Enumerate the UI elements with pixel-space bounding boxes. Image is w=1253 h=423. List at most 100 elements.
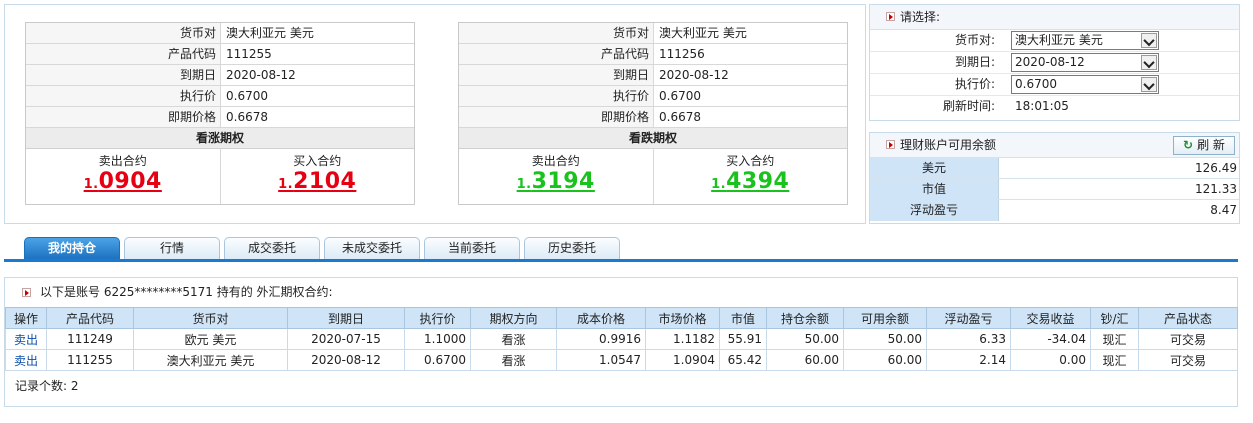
call-option-quote: 货币对 澳大利亚元 美元 产品代码 111255 到期日 2020-08-12 执行价… [25,22,415,205]
sell-contract-label: 卖出合约 [531,154,580,168]
balance-panel-title: 理财账户可用余额 [900,138,997,152]
currency-pair-label: 货币对: [954,33,995,47]
sell-price[interactable]: 1.3194 [459,168,653,199]
price-cells: 卖出合约 1.0904 买入合约 1.2104 [26,149,414,204]
column-header: 钞/汇 [1090,307,1139,329]
buy-contract[interactable]: 买入合约 1.4394 [652,149,848,204]
column-header: 交易收益 [1010,307,1091,329]
balance-row-market-value: 市值 121.33 [870,179,1239,200]
arrow-marker-icon [886,140,895,149]
price-digits: 0904 [98,169,162,194]
sell-price[interactable]: 1.0904 [26,168,220,199]
quote-row-product-code: 产品代码 111255 [26,44,414,65]
cell-expiry: 2020-07-15 [287,328,405,350]
row-label: 执行价 [26,86,221,106]
record-count: 记录个数: 2 [5,371,1237,401]
column-header: 可用余额 [843,307,927,329]
chevron-down-icon[interactable] [1141,33,1157,48]
strike-label: 执行价: [954,77,995,91]
chevron-down-icon[interactable] [1141,77,1157,92]
row-label: 即期价格 [26,107,221,127]
sell-contract[interactable]: 卖出合约 1.3194 [459,149,653,204]
cell-cash-exchange: 现汇 [1090,349,1139,371]
column-header: 到期日 [287,307,405,329]
row-value: 0.6678 [226,110,268,124]
balance-row-usd: 美元 126.49 [870,158,1239,179]
chevron-down-icon[interactable] [1141,55,1157,70]
row-label: 产品代码 [26,44,221,64]
quote-row-spot: 即期价格 0.6678 [26,107,414,128]
tab-bar: 我的持仓 行情 成交委托 未成交委托 当前委托 历史委托 [4,237,1238,261]
table-header-row: 操作 产品代码 货币对 到期日 执行价 期权方向 成本价格 市场价格 市值 持仓… [5,307,1238,329]
sell-action-link[interactable]: 卖出 [5,328,47,350]
tab-current-orders[interactable]: 当前委托 [424,237,520,259]
column-header: 市值 [719,307,767,329]
cell-market-value: 55.91 [719,328,767,350]
column-header: 货币对 [133,307,288,329]
refresh-button[interactable]: ↻ 刷 新 [1173,136,1235,155]
selected-value: 澳大利亚元 美元 [1015,33,1103,47]
quote-row-strike: 执行价 0.6700 [459,86,847,107]
cell-trade-gain: 0.00 [1010,349,1091,371]
select-panel: 请选择: 货币对: 澳大利亚元 美元 到期日: 2020-08-12 执行价: … [869,4,1240,121]
tab-underline [4,259,1238,262]
select-panel-header: 请选择: [870,5,1239,30]
balance-panel-header: 理财账户可用余额 ↻ 刷 新 [870,133,1239,158]
sell-contract[interactable]: 卖出合约 1.0904 [26,149,220,204]
column-header: 持仓余额 [766,307,844,329]
row-label: 执行价 [459,86,654,106]
refresh-icon: ↻ [1183,138,1194,152]
column-header: 操作 [5,307,47,329]
buy-price[interactable]: 1.4394 [654,168,848,199]
price-prefix: 1. [711,177,727,192]
tab-market[interactable]: 行情 [124,237,220,259]
row-value: 2020-08-12 [659,68,729,82]
cell-cost-price: 0.9916 [556,328,646,350]
record-count-value: 2 [70,379,79,393]
column-header: 成本价格 [556,307,646,329]
tab-filled-orders[interactable]: 成交委托 [224,237,320,259]
record-count-label: 记录个数: [15,379,68,393]
select-panel-title: 请选择: [900,10,941,24]
row-value: 0.6678 [659,110,701,124]
strike-row: 执行价: 0.6700 [870,74,1239,96]
cell-strike: 1.1000 [404,328,471,350]
strike-select[interactable]: 0.6700 [1011,75,1159,94]
tab-history-orders[interactable]: 历史委托 [524,237,620,259]
sell-action-link[interactable]: 卖出 [5,349,47,371]
row-label: 货币对 [26,23,221,43]
cell-market-price: 1.1182 [645,328,720,350]
put-option-quote: 货币对 澳大利亚元 美元 产品代码 111256 到期日 2020-08-12 执行价… [458,22,848,205]
quote-row-product-code: 产品代码 111256 [459,44,847,65]
tab-my-positions[interactable]: 我的持仓 [24,237,120,260]
buy-contract-label: 买入合约 [726,154,775,168]
cell-available-balance: 60.00 [843,349,927,371]
row-value: 0.6700 [659,89,701,103]
cell-currency-pair: 欧元 美元 [133,328,288,350]
selected-value: 0.6700 [1015,77,1057,91]
buy-price[interactable]: 1.2104 [221,168,415,199]
tab-unfilled-orders[interactable]: 未成交委托 [324,237,420,259]
quote-row-expiry: 到期日 2020-08-12 [26,65,414,86]
holdings-table: 操作 产品代码 货币对 到期日 执行价 期权方向 成本价格 市场价格 市值 持仓… [5,307,1238,371]
buy-contract[interactable]: 买入合约 1.2104 [219,149,415,204]
balance-label: 市值 [870,179,999,199]
expiry-row: 到期日: 2020-08-12 [870,52,1239,74]
expiry-select[interactable]: 2020-08-12 [1011,53,1159,72]
balance-value: 126.49 [1195,161,1237,175]
price-prefix: 1. [83,177,99,192]
balance-value: 121.33 [1195,182,1237,196]
currency-pair-select[interactable]: 澳大利亚元 美元 [1011,31,1159,50]
table-row: 卖出 111249 欧元 美元 2020-07-15 1.1000 看涨 0.9… [5,328,1238,350]
row-value: 澳大利亚元 美元 [659,26,747,40]
cell-market-price: 1.0904 [645,349,720,371]
cell-floating-pl: 2.14 [926,349,1011,371]
cell-product-status: 可交易 [1138,328,1238,350]
row-value: 111255 [226,47,272,61]
table-row: 卖出 111255 澳大利亚元 美元 2020-08-12 0.6700 看涨 … [5,349,1238,371]
cell-product-status: 可交易 [1138,349,1238,371]
arrow-marker-icon [22,288,31,297]
quote-row-currency-pair: 货币对 澳大利亚元 美元 [459,23,847,44]
expiry-label: 到期日: [954,55,995,69]
cell-market-value: 65.42 [719,349,767,371]
